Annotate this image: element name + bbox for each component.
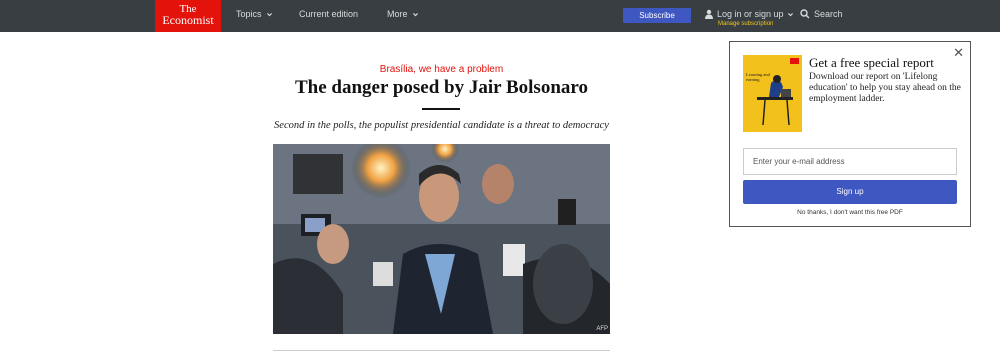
article-flytitle: Brasília, we have a problem bbox=[379, 64, 504, 75]
search-icon bbox=[800, 9, 810, 19]
article-photo: AFP bbox=[273, 144, 610, 334]
article-rubric: Second in the polls, the populist presid… bbox=[274, 120, 609, 131]
search-button[interactable]: Search bbox=[800, 9, 843, 19]
image-credit: AFP bbox=[596, 326, 608, 332]
sign-up-button[interactable]: Sign up bbox=[743, 180, 957, 204]
article-headline: The danger posed by Jair Bolsonaro bbox=[295, 77, 588, 98]
article-divider bbox=[273, 350, 610, 351]
chevron-down-icon bbox=[787, 12, 793, 16]
economist-logo[interactable]: The Economist bbox=[155, 0, 221, 32]
nav-current-edition[interactable]: Current edition bbox=[299, 9, 358, 19]
report-cover-image: Learning and earning bbox=[743, 55, 802, 132]
popup-description: Download our report on 'Lifelong educati… bbox=[809, 72, 961, 104]
bolsonaro-crowd-photo bbox=[273, 144, 610, 334]
free-report-popup: ✕ Learning and earning Get a free specia… bbox=[729, 41, 971, 227]
chevron-down-icon bbox=[266, 12, 272, 16]
nav-more-label: More bbox=[387, 9, 408, 19]
user-icon bbox=[705, 9, 713, 19]
login-signup-link[interactable]: Log in or sign up bbox=[704, 9, 794, 19]
search-label: Search bbox=[814, 9, 843, 19]
headline-divider bbox=[422, 108, 460, 110]
cover-illustration bbox=[757, 75, 793, 126]
top-navigation: The Economist Topics Current edition Mor… bbox=[0, 0, 1000, 32]
login-label: Log in or sign up bbox=[717, 9, 784, 19]
no-thanks-link[interactable]: No thanks, I don't want this free PDF bbox=[730, 209, 970, 216]
popup-title: Get a free special report bbox=[809, 55, 934, 70]
nav-topics-label: Topics bbox=[236, 9, 262, 19]
logo-line-2: Economist bbox=[162, 13, 214, 27]
nav-current-edition-label: Current edition bbox=[299, 9, 359, 19]
email-input[interactable] bbox=[743, 148, 957, 175]
manage-subscription-link[interactable]: Manage subscription bbox=[718, 21, 773, 27]
chevron-down-icon bbox=[412, 12, 418, 16]
nav-topics[interactable]: Topics bbox=[236, 9, 273, 19]
subscribe-button[interactable]: Subscribe bbox=[623, 8, 691, 23]
nav-more[interactable]: More bbox=[387, 9, 419, 19]
close-icon[interactable]: ✕ bbox=[953, 45, 964, 61]
